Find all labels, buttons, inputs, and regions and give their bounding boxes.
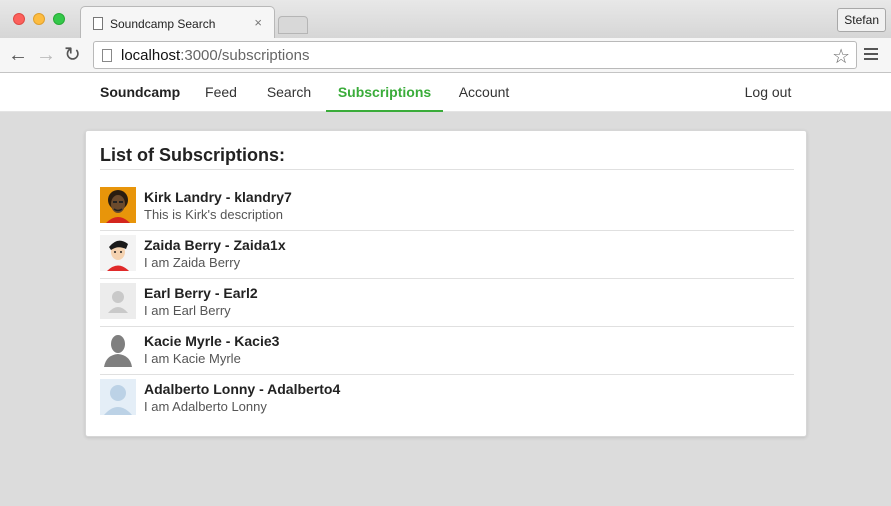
subscription-description: I am Earl Berry — [144, 303, 231, 318]
subscription-list: Kirk Landry - klandry7 This is Kirk's de… — [100, 183, 794, 423]
subscription-name[interactable]: Adalberto Lonny - Adalberto4 — [144, 381, 340, 397]
subscription-item[interactable]: Zaida Berry - Zaida1x I am Zaida Berry — [100, 231, 794, 279]
subscription-description: I am Zaida Berry — [144, 255, 241, 270]
browser-toolbar: ← → ↻ localhost:3000/subscriptions ☆ — [0, 38, 891, 73]
divider — [100, 169, 794, 170]
url-host: localhost — [121, 47, 181, 64]
avatar[interactable] — [100, 283, 136, 319]
browser-tab[interactable]: Soundcamp Search × — [80, 6, 275, 39]
avatar[interactable] — [100, 235, 136, 271]
subscription-item[interactable]: Kirk Landry - klandry7 This is Kirk's de… — [100, 183, 794, 231]
menu-icon[interactable] — [864, 48, 878, 63]
maximize-window-button[interactable] — [53, 13, 65, 25]
back-arrow-icon[interactable]: ← — [8, 43, 28, 67]
page-icon — [93, 17, 103, 30]
subscription-item[interactable]: Earl Berry - Earl2 I am Earl Berry — [100, 279, 794, 327]
minimize-window-button[interactable] — [33, 13, 45, 25]
nav-search-link[interactable]: Search — [254, 73, 324, 112]
subscription-description: I am Adalberto Lonny — [144, 399, 267, 414]
url-text[interactable]: localhost:3000/subscriptions — [121, 47, 309, 64]
subscription-name[interactable]: Zaida Berry - Zaida1x — [144, 237, 286, 253]
subscription-name[interactable]: Kirk Landry - klandry7 — [144, 189, 292, 205]
page-icon — [102, 49, 112, 62]
app-navbar: Soundcamp Feed Search Subscriptions Acco… — [0, 73, 891, 112]
close-window-button[interactable] — [13, 13, 25, 25]
tab-close-icon[interactable]: × — [254, 15, 262, 30]
brand-link[interactable]: Soundcamp — [100, 73, 180, 112]
nav-feed-link[interactable]: Feed — [192, 73, 250, 112]
forward-arrow-icon[interactable]: → — [36, 43, 56, 67]
nav-subscriptions-link[interactable]: Subscriptions — [326, 73, 443, 112]
subscription-item[interactable]: Kacie Myrle - Kacie3 I am Kacie Myrle — [100, 327, 794, 375]
subscription-name[interactable]: Earl Berry - Earl2 — [144, 285, 258, 301]
url-path: :3000/subscriptions — [180, 47, 310, 64]
bookmark-star-icon[interactable]: ☆ — [832, 44, 850, 69]
subscription-description: This is Kirk's description — [144, 207, 284, 222]
logout-link[interactable]: Log out — [732, 73, 804, 112]
avatar[interactable] — [100, 331, 136, 367]
tab-title: Soundcamp Search — [110, 17, 216, 31]
nav-account-link[interactable]: Account — [449, 73, 519, 112]
subscription-name[interactable]: Kacie Myrle - Kacie3 — [144, 333, 279, 349]
subscription-description: I am Kacie Myrle — [144, 351, 241, 366]
reload-icon[interactable]: ↻ — [64, 43, 81, 67]
subscriptions-card: List of Subscriptions: Kirk Landry - kla… — [85, 130, 807, 437]
card-title: List of Subscriptions: — [100, 145, 286, 165]
profile-button[interactable]: Stefan — [837, 8, 886, 32]
browser-titlebar: Soundcamp Search × Stefan — [0, 0, 891, 39]
new-tab-button[interactable] — [278, 16, 308, 34]
avatar[interactable] — [100, 379, 136, 415]
address-bar[interactable]: localhost:3000/subscriptions ☆ — [93, 41, 857, 69]
subscription-item[interactable]: Adalberto Lonny - Adalberto4 I am Adalbe… — [100, 375, 794, 423]
avatar[interactable] — [100, 187, 136, 223]
